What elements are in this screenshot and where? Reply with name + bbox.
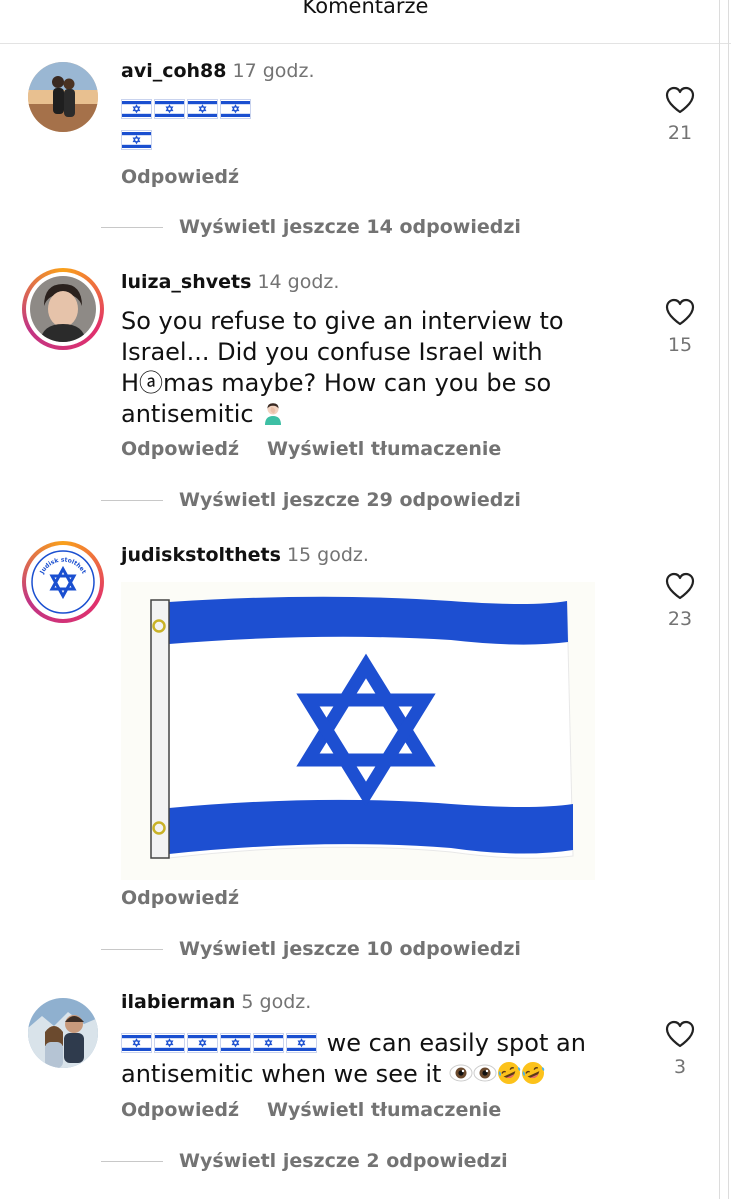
rofl-emoji-icon: [521, 1061, 545, 1085]
israel-flag-icon: [154, 99, 185, 119]
comments-header: Komentarze: [0, 0, 731, 44]
view-replies-button[interactable]: Wyświetl jeszcze 10 odpowiedzi: [101, 934, 521, 964]
rofl-emoji-icon: [497, 1061, 521, 1085]
view-replies-label: Wyświetl jeszcze 10 odpowiedzi: [179, 938, 521, 960]
like-count: 21: [667, 122, 693, 144]
comment-text: antisemitic when we see it: [121, 1060, 442, 1088]
replies-divider: [101, 226, 163, 228]
page-title: Komentarze: [302, 0, 429, 18]
comment-text: [121, 94, 611, 156]
username[interactable]: ilabierman: [121, 991, 235, 1013]
replies-divider: [101, 948, 163, 950]
like-button[interactable]: 21: [650, 86, 710, 144]
israel-flag-gif[interactable]: [121, 582, 595, 880]
view-replies-label: Wyświetl jeszcze 2 odpowiedzi: [179, 1150, 508, 1172]
view-replies-label: Wyświetl jeszcze 29 odpowiedzi: [179, 489, 521, 511]
timestamp: 5 godz.: [241, 991, 312, 1013]
timestamp: 15 godz.: [286, 544, 369, 566]
avatar[interactable]: [22, 268, 104, 350]
translate-button[interactable]: Wyświetl tłumaczenie: [267, 438, 501, 460]
like-count: 23: [667, 608, 693, 630]
reply-button[interactable]: Odpowiedź: [121, 1099, 239, 1121]
israel-flag-icon: [220, 99, 251, 119]
avatar-photo-icon: [28, 62, 98, 132]
avatar[interactable]: [28, 998, 98, 1068]
replies-divider: [101, 1160, 163, 1162]
view-replies-button[interactable]: Wyświetl jeszcze 2 odpowiedzi: [101, 1146, 508, 1176]
israel-flag-icon: [187, 99, 218, 119]
israel-flag-icon: [154, 1033, 185, 1053]
reply-button[interactable]: Odpowiedź: [121, 166, 239, 188]
avatar-photo-icon: [28, 998, 98, 1068]
like-button[interactable]: 3: [650, 1020, 710, 1078]
avatar[interactable]: [28, 62, 98, 132]
replies-divider: [101, 499, 163, 501]
like-button[interactable]: 23: [650, 572, 710, 630]
like-count: 3: [673, 1056, 687, 1078]
avatar-photo-icon: [30, 276, 96, 342]
facepalm-emoji-icon: [261, 401, 285, 425]
timestamp: 17 godz.: [232, 60, 315, 82]
eye-emoji-icon: [473, 1061, 497, 1085]
israel-flag-icon: [121, 130, 152, 150]
like-count: 15: [667, 334, 693, 356]
israel-flag-icon: [253, 1033, 284, 1053]
heart-icon: [665, 1020, 695, 1048]
username[interactable]: avi_coh88: [121, 60, 227, 82]
israel-flag-icon: [286, 1033, 317, 1053]
comment-text: we can easily spot an: [326, 1029, 586, 1057]
israel-flag-icon: [121, 99, 152, 119]
eye-emoji-icon: [449, 1061, 473, 1085]
israel-flag-icon: [220, 1033, 251, 1053]
israel-flag-icon: [121, 1033, 152, 1053]
star-of-david-logo-icon: Judisk stolthet: [30, 549, 96, 615]
reply-button[interactable]: Odpowiedź: [121, 438, 239, 460]
israel-flag-icon: [187, 1033, 218, 1053]
heart-icon: [665, 572, 695, 600]
translate-button[interactable]: Wyświetl tłumaczenie: [267, 1099, 501, 1121]
reply-button[interactable]: Odpowiedź: [121, 887, 239, 909]
timestamp: 14 godz.: [257, 271, 340, 293]
username[interactable]: luiza_shvets: [121, 271, 251, 293]
view-replies-button[interactable]: Wyświetl jeszcze 29 odpowiedzi: [101, 485, 521, 515]
username[interactable]: judiskstolthets: [121, 544, 281, 566]
heart-icon: [665, 298, 695, 326]
view-replies-label: Wyświetl jeszcze 14 odpowiedzi: [179, 216, 521, 238]
like-button[interactable]: 15: [650, 298, 710, 356]
heart-icon: [665, 86, 695, 114]
view-replies-button[interactable]: Wyświetl jeszcze 14 odpowiedzi: [101, 212, 521, 242]
comment-text: So you refuse to give an interview to Is…: [121, 307, 564, 428]
scrollbar[interactable]: [719, 0, 729, 1199]
avatar[interactable]: Judisk stolthet: [22, 541, 104, 623]
